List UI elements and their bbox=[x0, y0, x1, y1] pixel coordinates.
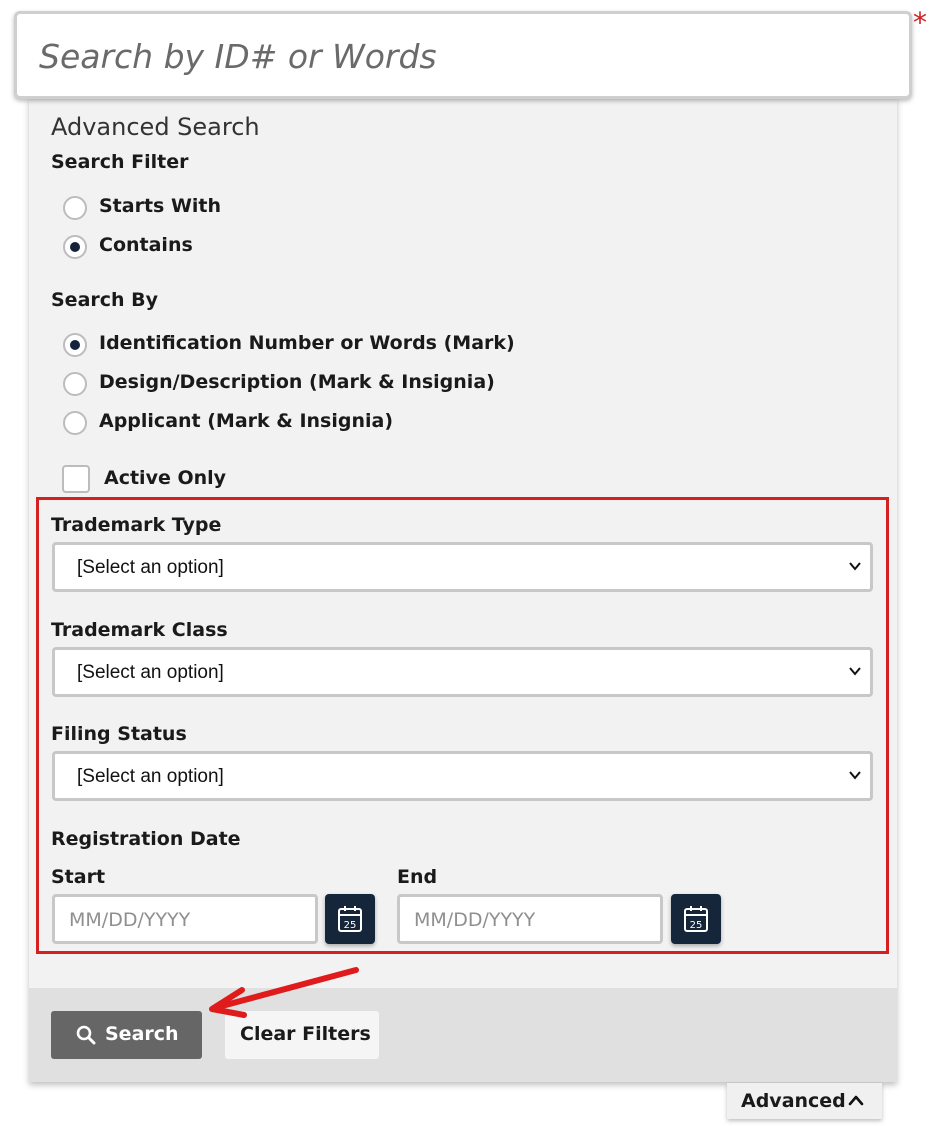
radio-id-or-words[interactable] bbox=[63, 333, 87, 357]
filing-status-value: [Select an option] bbox=[77, 766, 224, 787]
advanced-toggle-button[interactable]: Advanced bbox=[727, 1083, 882, 1119]
search-icon bbox=[76, 1025, 96, 1045]
start-date-label: Start bbox=[51, 866, 106, 888]
radio-contains-label[interactable]: Contains bbox=[99, 234, 193, 256]
radio-applicant-label[interactable]: Applicant (Mark & Insignia) bbox=[99, 410, 393, 432]
trademark-class-value: [Select an option] bbox=[77, 662, 224, 683]
annotation-arrow bbox=[209, 967, 359, 1018]
end-date-input[interactable] bbox=[414, 907, 644, 933]
clear-filters-label: Clear Filters bbox=[240, 1023, 371, 1045]
start-date-input[interactable] bbox=[69, 907, 299, 933]
radio-id-or-words-label[interactable]: Identification Number or Words (Mark) bbox=[99, 332, 515, 354]
chevron-down-icon bbox=[849, 771, 861, 780]
calendar-day: 25 bbox=[344, 920, 357, 931]
trademark-class-select[interactable]: [Select an option] bbox=[52, 647, 873, 697]
search-input[interactable] bbox=[39, 28, 879, 84]
required-marker: * bbox=[913, 6, 927, 39]
search-filter-label: Search Filter bbox=[51, 151, 189, 173]
start-date-field[interactable] bbox=[52, 894, 318, 944]
trademark-type-label: Trademark Type bbox=[51, 514, 222, 536]
radio-contains[interactable] bbox=[63, 235, 87, 259]
trademark-class-label: Trademark Class bbox=[51, 619, 228, 641]
registration-date-label: Registration Date bbox=[51, 828, 241, 850]
end-date-field[interactable] bbox=[397, 894, 663, 944]
main-search-box[interactable] bbox=[14, 11, 912, 99]
calendar-icon: 25 bbox=[338, 906, 362, 932]
advanced-toggle-label: Advanced bbox=[741, 1090, 846, 1112]
radio-starts-with-label[interactable]: Starts With bbox=[99, 195, 221, 217]
chevron-down-icon bbox=[849, 562, 861, 571]
end-date-calendar-button[interactable]: 25 bbox=[671, 894, 721, 944]
search-button-label: Search bbox=[105, 1023, 179, 1045]
end-date-label: End bbox=[397, 866, 438, 888]
filing-status-select[interactable]: [Select an option] bbox=[52, 751, 873, 801]
active-only-checkbox[interactable] bbox=[62, 465, 90, 493]
chevron-up-icon bbox=[848, 1095, 864, 1106]
radio-design-description[interactable] bbox=[63, 372, 87, 396]
active-only-label[interactable]: Active Only bbox=[104, 467, 226, 489]
calendar-icon: 25 bbox=[684, 906, 708, 932]
radio-starts-with[interactable] bbox=[63, 196, 87, 220]
calendar-day: 25 bbox=[690, 920, 703, 931]
radio-applicant[interactable] bbox=[63, 411, 87, 435]
trademark-type-select[interactable]: [Select an option] bbox=[52, 542, 873, 592]
chevron-down-icon bbox=[849, 667, 861, 676]
search-button[interactable]: Search bbox=[51, 1011, 202, 1059]
advanced-search-title: Advanced Search bbox=[51, 113, 260, 141]
filing-status-label: Filing Status bbox=[51, 723, 187, 745]
radio-design-description-label[interactable]: Design/Description (Mark & Insignia) bbox=[99, 371, 495, 393]
start-date-calendar-button[interactable]: 25 bbox=[325, 894, 375, 944]
search-by-label: Search By bbox=[51, 289, 159, 311]
trademark-type-value: [Select an option] bbox=[77, 557, 224, 578]
